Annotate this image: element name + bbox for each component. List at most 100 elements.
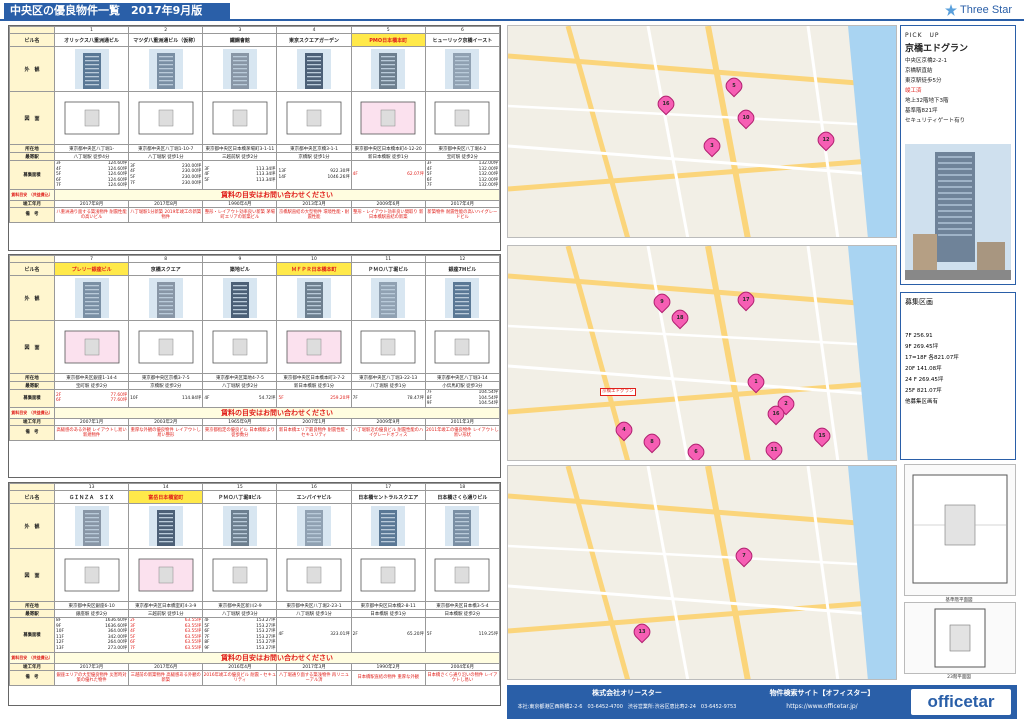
building-name[interactable]: プレリー銀座ビル [53, 262, 130, 276]
area-line: 9F 104.54坪 [427, 401, 498, 406]
address-cell: 東京都中央区銀座6-10 [53, 601, 130, 610]
building-name[interactable]: ＭＦＰＲ日本橋本町 [276, 262, 352, 276]
floor-plan[interactable] [61, 96, 123, 140]
address-cell: 東京都中央区京橋3-1-1 [276, 144, 352, 153]
building-photo[interactable] [222, 278, 257, 318]
built-cell: 2009年6月 [350, 199, 426, 208]
exterior-cell [350, 275, 426, 321]
row-label: 最寄駅 [9, 152, 55, 161]
building-photo[interactable] [297, 49, 332, 89]
building-name[interactable]: 築地ビル [202, 262, 278, 276]
floor-plan[interactable] [431, 325, 493, 369]
station-cell: 八丁堀駅 徒歩1分 [276, 609, 352, 618]
building-name[interactable]: ＰＭＯ八丁堀Ⅱビル [202, 490, 278, 504]
remarks-cell: 2011年竣工の優良物件 レイアウトし易い形状 [424, 424, 501, 441]
remarks-cell: 2016年竣工の優良ビル 耐震・セキュリティ [202, 669, 278, 686]
building-name[interactable]: 日本橋セントラルスクエア [350, 490, 426, 504]
building-number: 8 [128, 255, 204, 263]
pickup-line: 地上32階地下3階 [905, 98, 949, 104]
row-label: 最寄駅 [9, 381, 55, 390]
building-photo[interactable] [371, 506, 406, 546]
station-cell: 三越前駅 徒歩2分 [202, 152, 278, 161]
footer-url[interactable]: https://www.officetar.jp/ [742, 703, 902, 710]
map-north[interactable]: 16 5 10 3 12 [507, 25, 897, 238]
map-marker-label: 3 [710, 143, 714, 149]
building-number: 3 [202, 26, 278, 34]
listing-table: 7 8 9 10 11 12 ビル名 プレリー銀座ビル 京橋スクエア 築地ビル ＭＦＰＲ日本橋本町 Ｐ… [9, 255, 501, 441]
building-name[interactable]: PMO日本橋本町 [350, 33, 426, 47]
area-size: 230.00坪 [181, 180, 202, 186]
building-photo[interactable] [222, 49, 257, 89]
building-name[interactable]: 日本橋さくら通りビル [424, 490, 501, 504]
row-label: 備 考 [9, 424, 55, 441]
building-name[interactable]: 鐵鋼會館 [202, 33, 278, 47]
area-size: 77.60坪 [110, 398, 128, 404]
building-photo[interactable] [445, 278, 480, 318]
building-photo[interactable] [148, 278, 183, 318]
floor-plan[interactable] [283, 553, 345, 597]
listing-block: 7 8 9 10 11 12 ビル名 プレリー銀座ビル 京橋スクエア 築地ビル ＭＦＰＲ日本橋本町 Ｐ… [8, 254, 501, 478]
building-photo[interactable] [297, 506, 332, 546]
building-name[interactable]: ヒューリック京橋イースト [424, 33, 501, 47]
building-photo[interactable] [445, 506, 480, 546]
building-name[interactable]: ＧＩＮＺＡ ＳＩＸ [53, 490, 130, 504]
floor-plan[interactable] [209, 553, 271, 597]
area-line: 5F 119.25坪 [427, 632, 498, 638]
floor-plan[interactable] [209, 325, 271, 369]
rent-ask-text: 賃料の目安はお問い合わせください [54, 406, 500, 419]
building-name[interactable]: 富岳日本橋室町 [128, 490, 204, 504]
floor-plan[interactable] [357, 96, 419, 140]
building-name[interactable]: オリックス八重洲通ビル [53, 33, 130, 47]
building-name[interactable]: エンパイヤビル [276, 490, 352, 504]
building-photo[interactable] [371, 278, 406, 318]
pickup-line: 東京駅徒歩5分 [905, 78, 942, 84]
exterior-cell [276, 275, 352, 321]
building-name[interactable]: 東京スクエアガーデン [276, 33, 352, 47]
building-photo[interactable] [74, 278, 109, 318]
area-floor: 14F [278, 174, 287, 180]
map-central[interactable]: 9 18 17 1 2 16 4 8 11 15 6 京橋エドグラン [507, 245, 897, 461]
floor-plan[interactable] [209, 96, 271, 140]
floor-plan[interactable] [357, 553, 419, 597]
row-label: 図 面 [9, 320, 55, 374]
area-floor: 7F [352, 395, 358, 401]
building-name[interactable]: 京橋スクエア [128, 262, 204, 276]
floor-plan[interactable] [61, 325, 123, 369]
building-photo[interactable] [74, 49, 109, 89]
floor-plan[interactable] [135, 325, 197, 369]
area-cell: 5F 119.25坪 [424, 617, 501, 653]
building-photo[interactable] [371, 49, 406, 89]
floor-plan[interactable] [431, 553, 493, 597]
building-photo[interactable] [222, 506, 257, 546]
floor-plan[interactable] [431, 96, 493, 140]
building-photo[interactable] [297, 278, 332, 318]
area-line: 6F 77.60坪 [56, 398, 127, 404]
map-roads [508, 246, 896, 460]
building-photo[interactable] [74, 506, 109, 546]
building-name[interactable]: マツダ八重洲通ビル（仮称） [128, 33, 204, 47]
exterior-cell [128, 46, 204, 92]
plan-cell [350, 91, 426, 145]
building-name[interactable]: ＰＭＯ八丁堀ビル [350, 262, 426, 276]
plan-cell [128, 548, 204, 602]
floor-plan[interactable] [283, 325, 345, 369]
floor-plan[interactable] [283, 96, 345, 140]
area-line: 13F 273.00坪 [56, 646, 127, 651]
building-name[interactable]: 銀座7Hビル [424, 262, 501, 276]
building-photo[interactable] [148, 49, 183, 89]
map-south[interactable]: 7 13 [507, 465, 897, 680]
address-cell: 東京都中央区京橋3-7-5 [128, 373, 204, 382]
area-cell: 7F 104.54坪 8F 104.54坪 9F 104.54坪 [424, 389, 501, 408]
map-highlight-label[interactable]: 京橋エドグラン [600, 388, 636, 396]
area-cell: 4F 54.72坪 [202, 389, 278, 408]
building-photo[interactable] [445, 49, 480, 89]
floor-plan[interactable] [357, 325, 419, 369]
station-cell: 三越前駅 徒歩1分 [128, 609, 204, 618]
floor-plan[interactable] [135, 96, 197, 140]
area-cell: 3F 230.00坪 4F 230.00坪 5F 230.00坪 7F 230.00坪 [128, 160, 204, 190]
area-cell: 2F 63.55坪 3F 63.55坪 4F 63.55坪 5F 63.55坪 6F 63.55坪… [128, 617, 204, 653]
floor-plan[interactable] [135, 553, 197, 597]
floor-plan[interactable] [61, 553, 123, 597]
pickup-panel: PICK UP 京橋エドグラン 中央区京橋2-2-1 京橋駅直結 東京駅徒歩5分… [900, 25, 1016, 285]
building-photo[interactable] [148, 506, 183, 546]
